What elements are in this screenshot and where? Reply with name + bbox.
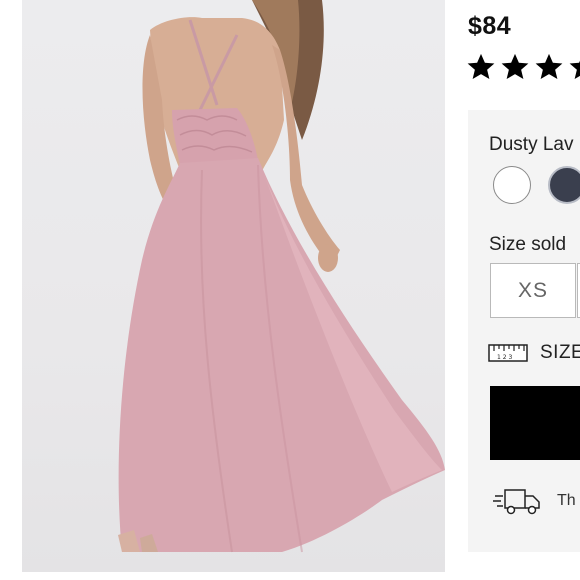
swatch-white[interactable] — [493, 166, 531, 204]
delivery-truck-icon — [493, 489, 540, 515]
star-icon — [466, 52, 496, 82]
svg-text:1 2 3: 1 2 3 — [497, 354, 512, 361]
rating-stars[interactable] — [466, 52, 580, 82]
swatch-navy[interactable] — [548, 166, 580, 204]
product-price: $84 — [468, 12, 512, 40]
size-option-xs[interactable]: XS — [490, 263, 576, 318]
size-guide-label: SIZE — [540, 342, 580, 363]
shipping-info: Th — [493, 486, 576, 516]
star-icon — [534, 52, 564, 82]
product-photo[interactable] — [22, 0, 445, 572]
color-label: Dusty Lav — [489, 134, 574, 155]
star-icon — [500, 52, 530, 82]
size-label: Size sold — [489, 234, 567, 255]
size-guide-link[interactable]: 1 2 3 SIZE — [488, 342, 580, 364]
star-icon — [568, 52, 580, 82]
ruler-icon: 1 2 3 — [488, 344, 528, 362]
dress-model-image — [118, 0, 445, 553]
shipping-text: Th — [557, 492, 576, 509]
add-to-bag-button[interactable] — [490, 386, 580, 460]
